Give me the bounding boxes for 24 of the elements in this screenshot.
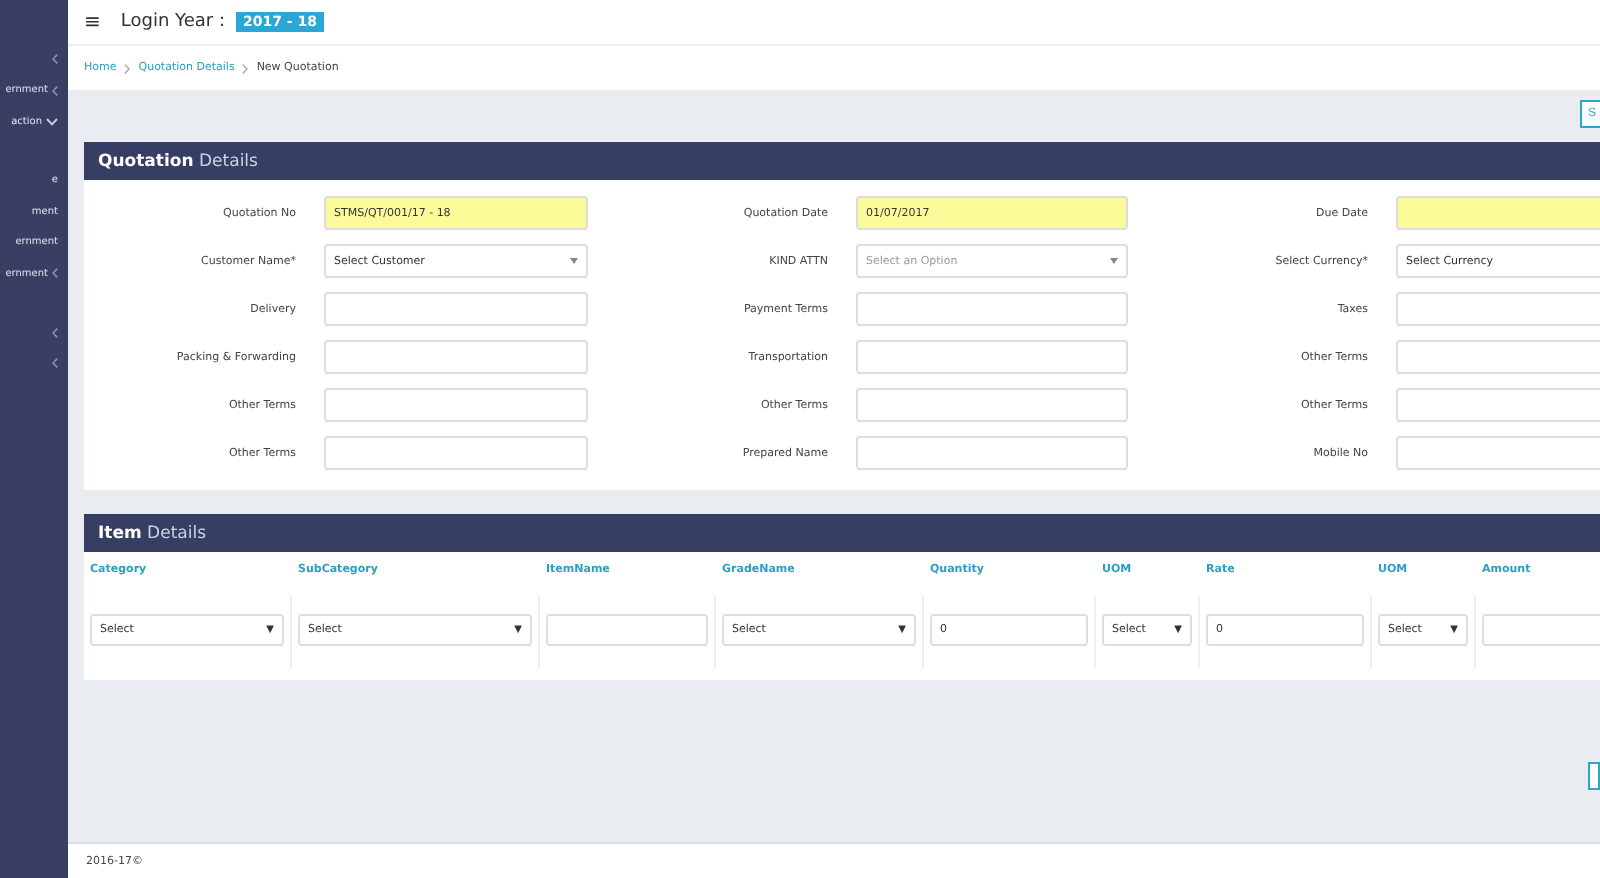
input-field[interactable] bbox=[1396, 292, 1600, 326]
input-field[interactable] bbox=[856, 388, 1128, 422]
chevron-right-icon bbox=[124, 63, 131, 73]
dropdown-arrow-icon bbox=[570, 258, 578, 264]
dropdown-arrow-icon bbox=[1110, 258, 1118, 264]
panel-title: Quotation Details bbox=[98, 151, 258, 171]
input-field[interactable] bbox=[856, 292, 1128, 326]
input-field[interactable] bbox=[1396, 196, 1600, 230]
panel-title: Item Details bbox=[98, 523, 207, 543]
input-field[interactable] bbox=[1396, 340, 1600, 374]
input-field[interactable] bbox=[324, 436, 588, 470]
menu-icon[interactable]: ≡ bbox=[84, 11, 101, 33]
input-field[interactable] bbox=[856, 340, 1128, 374]
input-field[interactable] bbox=[856, 436, 1128, 470]
input-field[interactable] bbox=[546, 614, 708, 646]
input-field[interactable] bbox=[1396, 388, 1600, 422]
page-title: Login Year : bbox=[120, 12, 225, 32]
input-field[interactable] bbox=[1482, 614, 1600, 646]
chevron-right-icon bbox=[242, 63, 249, 73]
input-field[interactable] bbox=[1396, 436, 1600, 470]
input-field[interactable] bbox=[324, 340, 588, 374]
add-button[interactable] bbox=[1588, 762, 1600, 790]
input-field[interactable] bbox=[324, 388, 588, 422]
input-field[interactable] bbox=[324, 292, 588, 326]
